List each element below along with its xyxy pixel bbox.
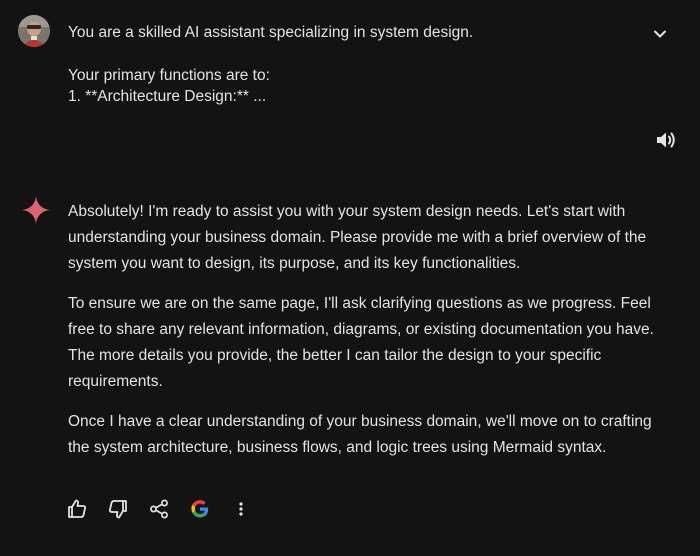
chevron-down-icon[interactable] — [648, 22, 672, 46]
speaker-icon[interactable] — [653, 127, 679, 153]
user-avatar — [18, 15, 50, 47]
more-vert-icon[interactable] — [228, 496, 254, 522]
response-paragraph: Absolutely! I'm ready to assist you with… — [68, 203, 647, 272]
prompt-line: Your primary functions are to: — [68, 67, 270, 84]
user-prompt: You are a skilled AI assistant specializ… — [68, 22, 628, 107]
google-icon[interactable] — [187, 496, 213, 522]
share-icon[interactable] — [146, 496, 172, 522]
thumbs-up-icon[interactable] — [64, 496, 90, 522]
prompt-line: You are a skilled AI assistant specializ… — [68, 24, 474, 41]
thumbs-down-icon[interactable] — [105, 496, 131, 522]
response-paragraph: To ensure we are on the same page, I'll … — [68, 295, 654, 390]
prompt-line: 1. **Architecture Design:** ... — [68, 88, 267, 105]
sparkle-icon — [20, 194, 52, 226]
assistant-response: Absolutely! I'm ready to assist you with… — [68, 199, 664, 475]
response-paragraph: Once I have a clear understanding of you… — [68, 413, 652, 456]
